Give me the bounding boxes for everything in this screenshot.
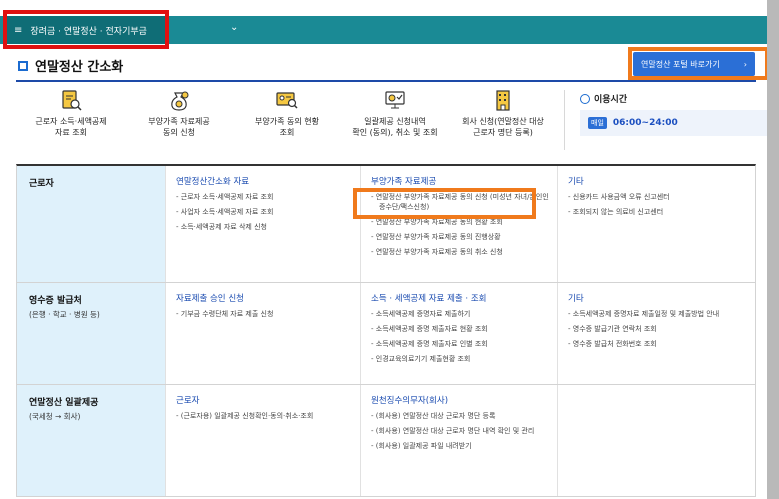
table-cell: 원천징수의무자(회사) - (회사용) 연말정산 대상 근로자 명단 등록 - … [360, 385, 557, 496]
list-item[interactable]: - 영수증 발급기관 연락처 조회 [568, 324, 747, 334]
chevron-right-icon: › [743, 59, 747, 69]
scrollbar-gutter[interactable] [767, 0, 779, 499]
id-card-search-icon [276, 92, 298, 109]
list-item[interactable]: - 조회되지 않는 의료비 신고센터 [568, 207, 747, 217]
service-icon-bar: 근로자 소득·세액공제 자료 조회 부양가족 자료제공 동의 신청 부양가족 동… [16, 84, 770, 154]
list-item[interactable]: - 인경교육의료기기 제출현황 조회 [371, 354, 549, 364]
list-item[interactable]: - 연말정산 부양가족 자료제공 동의 취소 신청 [371, 247, 549, 257]
table-cell: 자료제출 승인 신청 - 기부금 수령단체 자료 제출 신청 [165, 283, 360, 384]
row-header: 연말정산 일괄제공 (국세청 → 회사) [17, 385, 165, 496]
hours-value: 06:00~24:00 [612, 118, 678, 128]
list-item[interactable]: - (근로자용) 일괄제공 신청확인·동의·취소·조회 [176, 411, 352, 421]
list-item[interactable]: - 소득세액공제 증명 제출자료 현황 조회 [371, 324, 549, 334]
hours-badge: 매일 [588, 117, 607, 129]
page: ≡ 장려금 · 연말정산 · 전자기부금 ⌄ 연말정산 간소화 연말정산 포털 … [0, 0, 770, 499]
service-label: 일괄제공 신청내역 확인 (동의), 취소 및 조회 [352, 117, 438, 137]
table-row: 영수증 발급처 (은행 · 학교 · 병원 등) 자료제출 승인 신청 - 기부… [17, 283, 755, 385]
hours-title-label: 이용시간 [594, 95, 628, 105]
table-cell: 소득 · 세액공제 자료 제출 · 조회 - 소득세액공제 증명자료 제출하기 … [360, 283, 557, 384]
row-header-title: 연말정산 일괄제공 [29, 398, 99, 408]
list-item[interactable]: - 영수증 발급처 전화번호 조회 [568, 339, 747, 349]
monitor-check-icon [385, 91, 405, 109]
service-item-dependent-consent[interactable]: 부양가족 자료제공 동의 신청 [124, 88, 234, 138]
portal-button[interactable]: 연말정산 포털 바로가기 › [633, 52, 755, 76]
cell-title-link[interactable]: 기타 [568, 292, 747, 304]
table-row: 근로자 연말정산간소화 자료 - 근로자 소득·세액공제 자료 조회 - 사업자… [17, 166, 755, 283]
highlight-box-menu [3, 10, 169, 49]
cell-title-link[interactable]: 부양가족 자료제공 [371, 175, 549, 187]
list-item[interactable]: - 소득·세액공제 자료 삭제 신청 [176, 222, 352, 232]
row-header-title: 근로자 [29, 179, 54, 189]
highlight-box-consent [353, 188, 536, 219]
cell-title-link[interactable]: 연말정산간소화 자료 [176, 175, 352, 187]
row-header-title: 영수증 발급처 [29, 296, 82, 306]
hours-divider [564, 90, 565, 150]
table-cell: 기타 - 소득세액공제 증명자료 제출일정 및 제출방법 안내 - 영수증 발급… [557, 283, 755, 384]
table-cell: 부양가족 자료제공 - 연말정산 부양가족 자료제공 동의 신청 (미성년 자녀… [360, 166, 557, 282]
list-item[interactable]: - (회사용) 일괄제공 파일 내려받기 [371, 441, 549, 451]
service-label: 회사 신청(연말정산 대상 근로자 명단 등록) [462, 117, 544, 137]
clock-icon [580, 93, 590, 104]
cell-title-link[interactable]: 자료제출 승인 신청 [176, 292, 352, 304]
table-row: 연말정산 일괄제공 (국세청 → 회사) 근로자 - (근로자용) 일괄제공 신… [17, 385, 755, 497]
list-item[interactable]: - 소득세액공제 증명자료 제출일정 및 제출방법 안내 [568, 309, 747, 319]
cell-title-link[interactable]: 기타 [568, 175, 747, 187]
table-cell: 근로자 - (근로자용) 일괄제공 신청확인·동의·취소·조회 [165, 385, 360, 496]
table-cell-empty [557, 385, 755, 496]
service-item-deduction-lookup[interactable]: 근로자 소득·세액공제 자료 조회 [16, 88, 126, 138]
list-item[interactable]: - 사업자 소득·세액공제 자료 조회 [176, 207, 352, 217]
list-item[interactable]: - 소득세액공제 증명 제출자료 인별 조회 [371, 339, 549, 349]
portal-button-label: 연말정산 포털 바로가기 [641, 59, 720, 69]
service-label: 근로자 소득·세액공제 자료 조회 [35, 117, 107, 137]
list-item[interactable]: - 연말정산 부양가족 자료제공 동의 진행상황 [371, 232, 549, 242]
table-cell: 기타 - 신용카드 사용금액 오류 신고센터 - 조회되지 않는 의료비 신고센… [557, 166, 755, 282]
service-item-company-request[interactable]: 회사 신청(연말정산 대상 근로자 명단 등록) [448, 88, 558, 138]
cell-title-link[interactable]: 소득 · 세액공제 자료 제출 · 조회 [371, 292, 549, 304]
hours-title: 이용시간 [580, 92, 627, 105]
cell-title-link[interactable]: 근로자 [176, 394, 352, 406]
service-label: 부양가족 동의 현황 조회 [255, 117, 319, 137]
chevron-down-icon[interactable]: ⌄ [230, 22, 238, 33]
hours-box: 매일 06:00~24:00 [580, 110, 770, 136]
cell-title-link[interactable]: 원천징수의무자(회사) [371, 394, 549, 406]
row-header-subtitle: (은행 · 학교 · 병원 등) [29, 310, 100, 319]
document-search-icon [62, 90, 82, 111]
page-title-row: 연말정산 간소화 [18, 56, 123, 75]
money-bag-icon [171, 91, 189, 111]
building-icon [496, 90, 510, 111]
title-divider [16, 80, 756, 82]
row-header-subtitle: (국세청 → 회사) [29, 412, 81, 421]
service-label: 부양가족 자료제공 동의 신청 [148, 117, 210, 137]
table-cell: 연말정산간소화 자료 - 근로자 소득·세액공제 자료 조회 - 사업자 소득·… [165, 166, 360, 282]
list-item[interactable]: - (회사용) 연말정산 대상 근로자 명단 내역 확인 및 관리 [371, 426, 549, 436]
list-item[interactable]: - (회사용) 연말정산 대상 근로자 명단 등록 [371, 411, 549, 421]
list-item[interactable]: - 근로자 소득·세액공제 자료 조회 [176, 192, 352, 202]
list-item[interactable]: - 신용카드 사용금액 오류 신고센터 [568, 192, 747, 202]
row-header: 근로자 [17, 166, 165, 282]
page-title: 연말정산 간소화 [35, 60, 124, 75]
title-square-icon [18, 60, 28, 71]
list-item[interactable]: - 소득세액공제 증명자료 제출하기 [371, 309, 549, 319]
row-header: 영수증 발급처 (은행 · 학교 · 병원 등) [17, 283, 165, 384]
service-item-dependent-status[interactable]: 부양가족 동의 현황 조회 [232, 88, 342, 138]
list-item[interactable]: - 기부금 수령단체 자료 제출 신청 [176, 309, 352, 319]
service-item-batch-request[interactable]: 일괄제공 신청내역 확인 (동의), 취소 및 조회 [340, 88, 450, 138]
